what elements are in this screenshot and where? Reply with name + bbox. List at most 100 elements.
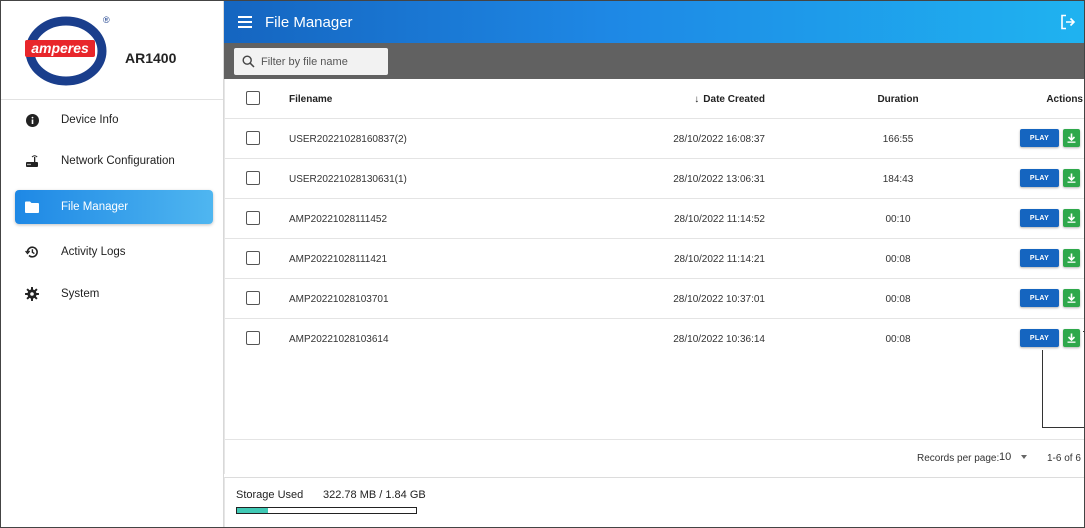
- logo-text: amperes: [31, 40, 89, 56]
- sidebar-item-label: System: [61, 288, 100, 300]
- page-title: File Manager: [265, 13, 353, 31]
- date-cell: 28/10/2022 11:14:21: [673, 254, 765, 265]
- amperes-logo: amperes ®: [25, 15, 110, 86]
- filename-cell: AMP20221028111421: [289, 254, 388, 265]
- top-app-bar: File Manager: [224, 1, 1084, 43]
- column-header-filename[interactable]: Filename: [289, 94, 332, 105]
- row-actions: PLAY: [1020, 289, 1080, 307]
- column-header-duration[interactable]: Duration: [873, 94, 923, 105]
- row-checkbox[interactable]: [246, 131, 260, 145]
- download-icon: [1067, 133, 1076, 143]
- storage-panel: Storage Used 322.78 MB / 1.84 GB: [224, 477, 1084, 527]
- play-button[interactable]: PLAY: [1020, 209, 1059, 227]
- download-icon: [1067, 253, 1076, 263]
- table-row: AMP20221028111452 28/10/2022 11:14:52 00…: [225, 199, 1084, 239]
- select-all-checkbox[interactable]: [246, 91, 260, 105]
- filename-cell: USER20221028130631(1): [289, 174, 407, 185]
- duration-cell: 184:43: [882, 174, 914, 185]
- download-icon: [1067, 293, 1076, 303]
- duration-cell: 00:08: [885, 294, 911, 305]
- play-button[interactable]: PLAY: [1020, 329, 1059, 347]
- storage-progress-fill: [237, 508, 268, 513]
- annotation-line: [1042, 350, 1043, 428]
- app-window: amperes ® AR1400 Device Info Network Con…: [0, 0, 1085, 528]
- search-icon: [242, 55, 255, 68]
- download-button[interactable]: [1063, 249, 1080, 267]
- download-icon: [1067, 213, 1076, 223]
- row-actions: PLAY: [1020, 209, 1080, 227]
- sidebar-item-label: Activity Logs: [61, 246, 126, 258]
- storage-value: 322.78 MB / 1.84 GB: [323, 489, 426, 501]
- device-model: AR1400: [125, 50, 177, 66]
- play-button[interactable]: PLAY: [1020, 289, 1059, 307]
- filename-filter-input[interactable]: [261, 55, 371, 68]
- row-checkbox[interactable]: [246, 291, 260, 305]
- records-per-page-value: 10: [999, 451, 1012, 463]
- duration-cell: 00:08: [885, 334, 911, 345]
- download-icon: [1067, 333, 1076, 343]
- sidebar-item-file-manager[interactable]: File Manager: [15, 190, 213, 224]
- table-row: AMP20221028103614 28/10/2022 10:36:14 00…: [225, 319, 1084, 359]
- column-header-date-label: Date Created: [703, 94, 765, 105]
- file-table: Filename ↓ Date Created Duration Actions …: [224, 79, 1084, 474]
- table-header: Filename ↓ Date Created Duration Actions: [225, 79, 1084, 119]
- history-icon: [24, 244, 40, 260]
- storage-label: Storage Used: [236, 489, 304, 501]
- folder-icon: [24, 199, 40, 215]
- sidebar-item-device-info[interactable]: Device Info: [15, 103, 213, 137]
- duration-cell: 166:55: [882, 134, 914, 145]
- duration-cell: 00:08: [885, 254, 911, 265]
- date-cell: 28/10/2022 16:08:37: [673, 134, 765, 145]
- chevron-down-icon: [1021, 455, 1028, 459]
- logout-icon[interactable]: [1060, 14, 1076, 30]
- records-per-page-select[interactable]: 10: [999, 451, 1028, 463]
- download-button[interactable]: [1063, 209, 1080, 227]
- date-cell: 28/10/2022 11:14:52: [673, 214, 765, 225]
- sidebar-item-activity-logs[interactable]: Activity Logs: [15, 235, 213, 269]
- sidebar-item-network-configuration[interactable]: Network Configuration: [15, 144, 213, 178]
- sidebar-item-label: Device Info: [61, 114, 119, 126]
- table-pagination: Records per page: 10 1-6 of 6: [225, 439, 1084, 474]
- table-row: USER20221028130631(1) 28/10/2022 13:06:3…: [225, 159, 1084, 199]
- row-actions: PLAY: [1020, 249, 1080, 267]
- row-actions: PLAY: [1020, 129, 1080, 147]
- column-header-date-created[interactable]: ↓ Date Created: [694, 94, 765, 105]
- row-checkbox[interactable]: [246, 251, 260, 265]
- search-box[interactable]: [234, 48, 388, 75]
- table-row: USER20221028160837(2) 28/10/2022 16:08:3…: [225, 119, 1084, 159]
- registered-mark: ®: [103, 15, 110, 25]
- storage-progress-bar: [236, 507, 417, 514]
- sidebar-item-system[interactable]: System: [15, 277, 213, 311]
- gear-icon: [24, 286, 40, 302]
- sidebar-item-label: Network Configuration: [61, 155, 175, 167]
- brand-area: amperes ® AR1400: [1, 1, 223, 100]
- row-checkbox[interactable]: [246, 171, 260, 185]
- date-cell: 28/10/2022 10:37:01: [673, 294, 765, 305]
- download-button[interactable]: [1063, 289, 1080, 307]
- row-checkbox[interactable]: [246, 211, 260, 225]
- page-range: 1-6 of 6: [1047, 453, 1081, 464]
- column-header-actions: Actions: [1046, 94, 1083, 105]
- filter-bar: [224, 43, 1084, 79]
- info-icon: [24, 112, 40, 128]
- filename-cell: USER20221028160837(2): [289, 134, 407, 145]
- router-icon: [24, 153, 40, 169]
- play-button[interactable]: PLAY: [1020, 249, 1059, 267]
- filename-cell: AMP20221028103701: [289, 294, 389, 305]
- sidebar-item-label: File Manager: [61, 201, 129, 213]
- filename-cell: AMP20221028111452: [289, 214, 388, 225]
- table-row: AMP20221028111421 28/10/2022 11:14:21 00…: [225, 239, 1084, 279]
- download-button[interactable]: [1063, 329, 1080, 347]
- download-icon: [1067, 173, 1076, 183]
- download-button[interactable]: [1063, 169, 1080, 187]
- download-button[interactable]: [1063, 129, 1080, 147]
- row-actions: PLAY: [1020, 329, 1080, 347]
- arrow-down-icon: ↓: [694, 94, 700, 105]
- play-button[interactable]: PLAY: [1020, 169, 1059, 187]
- play-button[interactable]: PLAY: [1020, 129, 1059, 147]
- records-per-page-label: Records per page:: [917, 453, 1000, 464]
- row-actions: PLAY: [1020, 169, 1080, 187]
- filename-cell: AMP20221028103614: [289, 334, 389, 345]
- hamburger-icon[interactable]: [238, 16, 252, 28]
- row-checkbox[interactable]: [246, 331, 260, 345]
